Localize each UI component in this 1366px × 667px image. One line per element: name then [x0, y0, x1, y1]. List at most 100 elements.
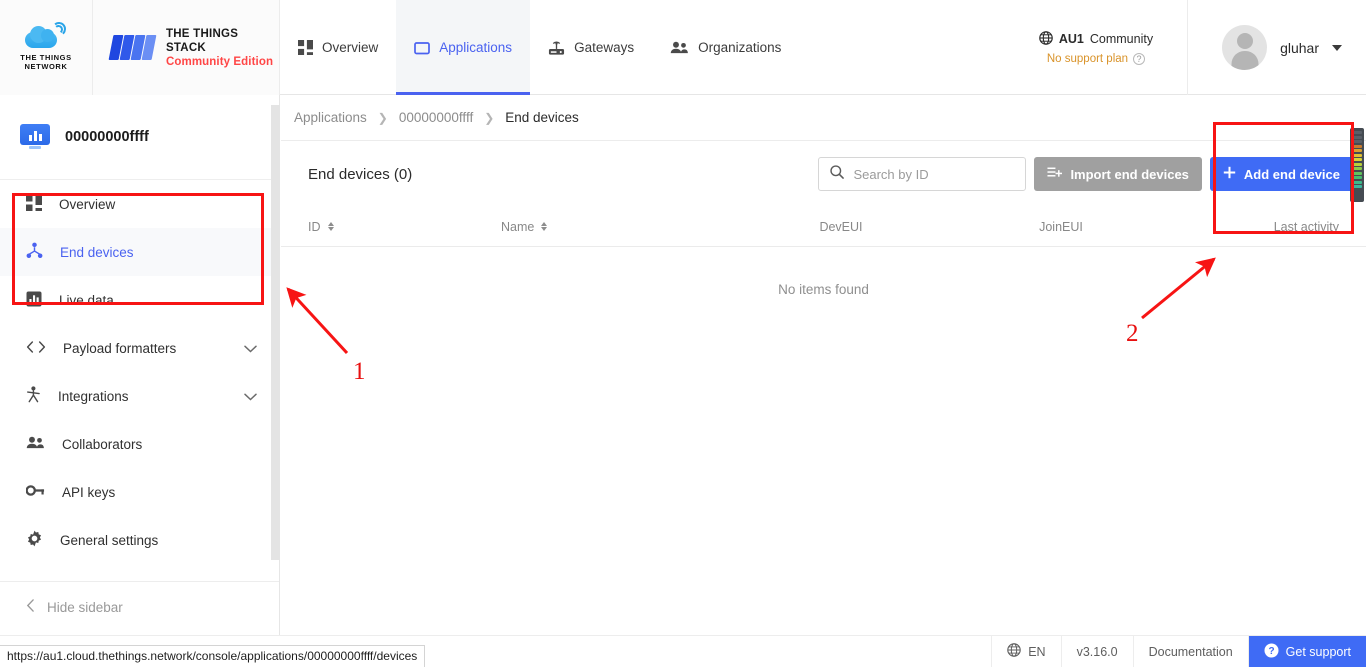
breadcrumb-separator: ❯ [378, 111, 388, 125]
annotation-marker-1: 1 [353, 358, 366, 386]
cluster-code: AU1 [1059, 32, 1084, 46]
help-circle-icon[interactable]: ? [1133, 53, 1145, 65]
add-end-device-button[interactable]: Add end device [1210, 157, 1353, 191]
content-toolbar: End devices (0) Import end devices Add e… [281, 141, 1366, 207]
nav-tab-overview[interactable]: Overview [280, 0, 396, 95]
sidebar-item-overview[interactable]: Overview [0, 180, 279, 228]
breadcrumb-item-end-devices: End devices [505, 110, 579, 125]
help-icon: ? [1264, 643, 1279, 661]
get-support-button[interactable]: ? Get support [1248, 636, 1366, 667]
sidebar-item-api-keys[interactable]: API keys [0, 468, 279, 516]
column-header-deveui-label: DevEUI [819, 220, 862, 234]
top-navigation: Overview Applications Gateways Organizat… [280, 0, 799, 95]
footer-links: EN v3.16.0 Documentation ? Get support [991, 636, 1366, 667]
gear-icon [26, 530, 43, 550]
import-icon [1047, 166, 1062, 182]
column-header-last-activity: Last activity [1171, 220, 1366, 234]
nav-tab-overview-label: Overview [322, 40, 378, 55]
chevron-down-icon[interactable] [1332, 45, 1342, 51]
header-right-section: AU1 Community No support plan ? gluhar [1029, 0, 1366, 95]
globe-icon [1039, 31, 1053, 48]
sidebar-item-general-settings-label: General settings [60, 533, 158, 548]
documentation-link[interactable]: Documentation [1133, 636, 1248, 667]
add-end-device-label: Add end device [1244, 167, 1340, 182]
chevron-left-icon [26, 599, 35, 615]
hide-sidebar-label: Hide sidebar [47, 600, 123, 615]
grid-icon [298, 40, 313, 55]
sidebar-app-name: 00000000ffff [65, 129, 149, 145]
grid-icon [26, 195, 42, 214]
search-input[interactable] [853, 167, 1003, 182]
column-header-joineui-label: JoinEUI [1039, 220, 1083, 234]
column-header-id[interactable]: ID [281, 220, 501, 234]
nav-tab-gateways-label: Gateways [574, 40, 634, 55]
code-icon [26, 340, 46, 357]
sidebar-scrollbar[interactable] [271, 105, 280, 560]
empty-state-label: No items found [778, 282, 869, 297]
annotation-marker-2: 2 [1126, 320, 1139, 348]
sidebar-item-overview-label: Overview [59, 197, 115, 212]
books-icon [111, 33, 157, 63]
username-label: gluhar [1280, 40, 1319, 56]
gateway-icon [548, 40, 565, 56]
integrations-icon [26, 386, 41, 406]
sidebar-item-live-data[interactable]: Live data [0, 276, 279, 324]
user-menu[interactable]: gluhar [1188, 0, 1366, 95]
import-end-devices-button[interactable]: Import end devices [1034, 157, 1201, 191]
application-monitor-icon [20, 124, 50, 150]
column-header-name[interactable]: Name [501, 220, 731, 234]
support-plan-row[interactable]: No support plan ? [1047, 53, 1145, 65]
column-header-id-label: ID [308, 220, 321, 234]
page-title: End devices (0) [308, 166, 412, 183]
toolbar-actions: Import end devices Add end device [818, 157, 1353, 191]
browser-status-bar: https://au1.cloud.thethings.network/cons… [0, 645, 425, 667]
sidebar-item-collaborators[interactable]: Collaborators [0, 420, 279, 468]
language-label: EN [1028, 645, 1045, 659]
nav-tab-applications-label: Applications [439, 40, 512, 55]
nav-tab-organizations[interactable]: Organizations [652, 0, 799, 95]
sort-icon[interactable] [541, 222, 547, 231]
things-network-logo[interactable]: THE THINGS NETWORK [0, 0, 93, 95]
nav-tab-organizations-label: Organizations [698, 40, 781, 55]
collaborators-icon [26, 435, 45, 453]
breadcrumb-separator: ❯ [484, 111, 494, 125]
sidebar-item-end-devices-label: End devices [60, 245, 134, 260]
sort-icon[interactable] [328, 222, 334, 231]
plus-icon [1223, 166, 1236, 182]
chevron-down-icon[interactable] [244, 341, 257, 356]
hide-sidebar-button[interactable]: Hide sidebar [0, 582, 279, 632]
cluster-info: AU1 Community No support plan ? [1029, 0, 1188, 95]
search-box[interactable] [818, 157, 1026, 191]
end-device-icon [26, 242, 43, 262]
version-label: v3.16.0 [1061, 636, 1133, 667]
sidebar-item-payload-formatters[interactable]: Payload formatters [0, 324, 279, 372]
chevron-down-icon[interactable] [244, 389, 257, 404]
organization-icon [670, 40, 689, 55]
application-icon [414, 40, 430, 56]
live-data-icon [26, 291, 42, 310]
sidebar-item-api-keys-label: API keys [62, 485, 115, 500]
language-selector[interactable]: EN [991, 636, 1060, 667]
sidebar-item-collaborators-label: Collaborators [62, 437, 142, 452]
svg-text:?: ? [1268, 646, 1274, 657]
get-support-label: Get support [1286, 645, 1351, 659]
app-header: THE THINGS NETWORK THE THINGS STACK Comm… [0, 0, 1366, 95]
version-text: v3.16.0 [1077, 645, 1118, 659]
things-stack-logo[interactable]: THE THINGS STACK Community Edition [93, 0, 280, 95]
globe-icon [1007, 643, 1021, 660]
sidebar-item-general-settings[interactable]: General settings [0, 516, 279, 564]
breadcrumb-item-applications[interactable]: Applications [294, 110, 367, 125]
sidebar-item-end-devices[interactable]: End devices [0, 228, 279, 276]
signal-meter-widget[interactable] [1350, 128, 1364, 202]
sidebar-item-payload-formatters-label: Payload formatters [63, 341, 176, 356]
sidebar-app-header[interactable]: 00000000ffff [0, 95, 279, 180]
column-header-joineui: JoinEUI [951, 220, 1171, 234]
nav-tab-gateways[interactable]: Gateways [530, 0, 652, 95]
breadcrumb-item-application-id[interactable]: 00000000ffff [399, 110, 473, 125]
sidebar-nav: Overview End devices Live data Payload f… [0, 180, 279, 632]
nav-tab-applications[interactable]: Applications [396, 0, 530, 95]
sidebar-item-live-data-label: Live data [59, 293, 114, 308]
main-content: Applications ❯ 00000000ffff ❯ End device… [281, 95, 1366, 635]
import-end-devices-label: Import end devices [1070, 167, 1188, 182]
sidebar-item-integrations[interactable]: Integrations [0, 372, 279, 420]
